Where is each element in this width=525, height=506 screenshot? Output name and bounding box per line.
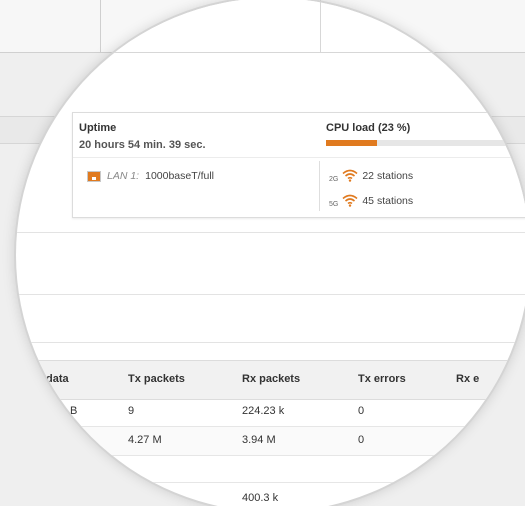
table-row-divider — [16, 455, 525, 456]
wifi-icon — [342, 169, 358, 182]
cpu-load-bar — [326, 140, 525, 146]
section-divider — [16, 294, 525, 295]
table-cell: 224.23 k — [242, 405, 285, 417]
wifi-station-count: 45 stations — [362, 194, 414, 207]
column-header-rx-packets[interactable]: Rx packets — [242, 373, 300, 385]
column-header-data[interactable]: data — [46, 373, 69, 385]
table-cell: 4.27 M — [128, 434, 162, 446]
wifi-5g-status: 5G 45 stations — [329, 193, 414, 209]
table-cell: 400.3 k — [242, 492, 279, 504]
magnified-content: Uptime 20 hours 54 min. 39 sec. CPU load… — [16, 0, 525, 506]
column-header-rx-errors[interactable]: Rx e — [456, 373, 479, 385]
wifi-icon — [342, 194, 358, 207]
column-header-tx-packets[interactable]: Tx packets — [128, 373, 185, 385]
uptime-title: Uptime — [79, 122, 117, 134]
column-header-tx-errors[interactable]: Tx errors — [358, 373, 406, 385]
top-bar-divider — [100, 0, 101, 52]
table-cell: B — [70, 405, 78, 417]
top-bar — [16, 0, 525, 53]
table-cell: 3.94 M — [242, 434, 276, 446]
wifi-station-count: 22 stations — [362, 169, 414, 182]
wifi-band-label: 2G — [329, 176, 339, 183]
lan-port-label: LAN 1: — [107, 170, 140, 182]
wifi-2g-status: 2G 22 stations — [329, 168, 414, 184]
top-bar-divider — [320, 0, 321, 52]
panel-column-divider — [319, 161, 320, 211]
screenshot-stage: Uptime 20 hours 54 min. 39 sec. CPU load… — [0, 0, 525, 506]
magnifier-lens: Uptime 20 hours 54 min. 39 sec. CPU load… — [16, 0, 525, 506]
section-divider — [16, 342, 525, 343]
status-panel: Uptime 20 hours 54 min. 39 sec. CPU load… — [72, 112, 525, 218]
cpu-load-title: CPU load (23 %) — [326, 122, 411, 134]
wifi-band-label: 5G — [329, 201, 339, 208]
lan-port-status: LAN 1: 1000baseT/full — [87, 170, 214, 182]
table-row-divider — [16, 482, 525, 483]
lan-port-speed: 1000baseT/full — [145, 170, 214, 182]
uptime-value: 20 hours 54 min. 39 sec. — [79, 139, 206, 151]
table-cell: 0 — [358, 405, 365, 417]
cpu-load-bar-fill — [326, 140, 377, 146]
section-divider — [16, 232, 525, 233]
table-cell: 0 — [358, 434, 365, 446]
ethernet-port-icon — [87, 170, 101, 182]
panel-divider — [73, 157, 525, 158]
table-cell: 9 — [128, 405, 135, 417]
